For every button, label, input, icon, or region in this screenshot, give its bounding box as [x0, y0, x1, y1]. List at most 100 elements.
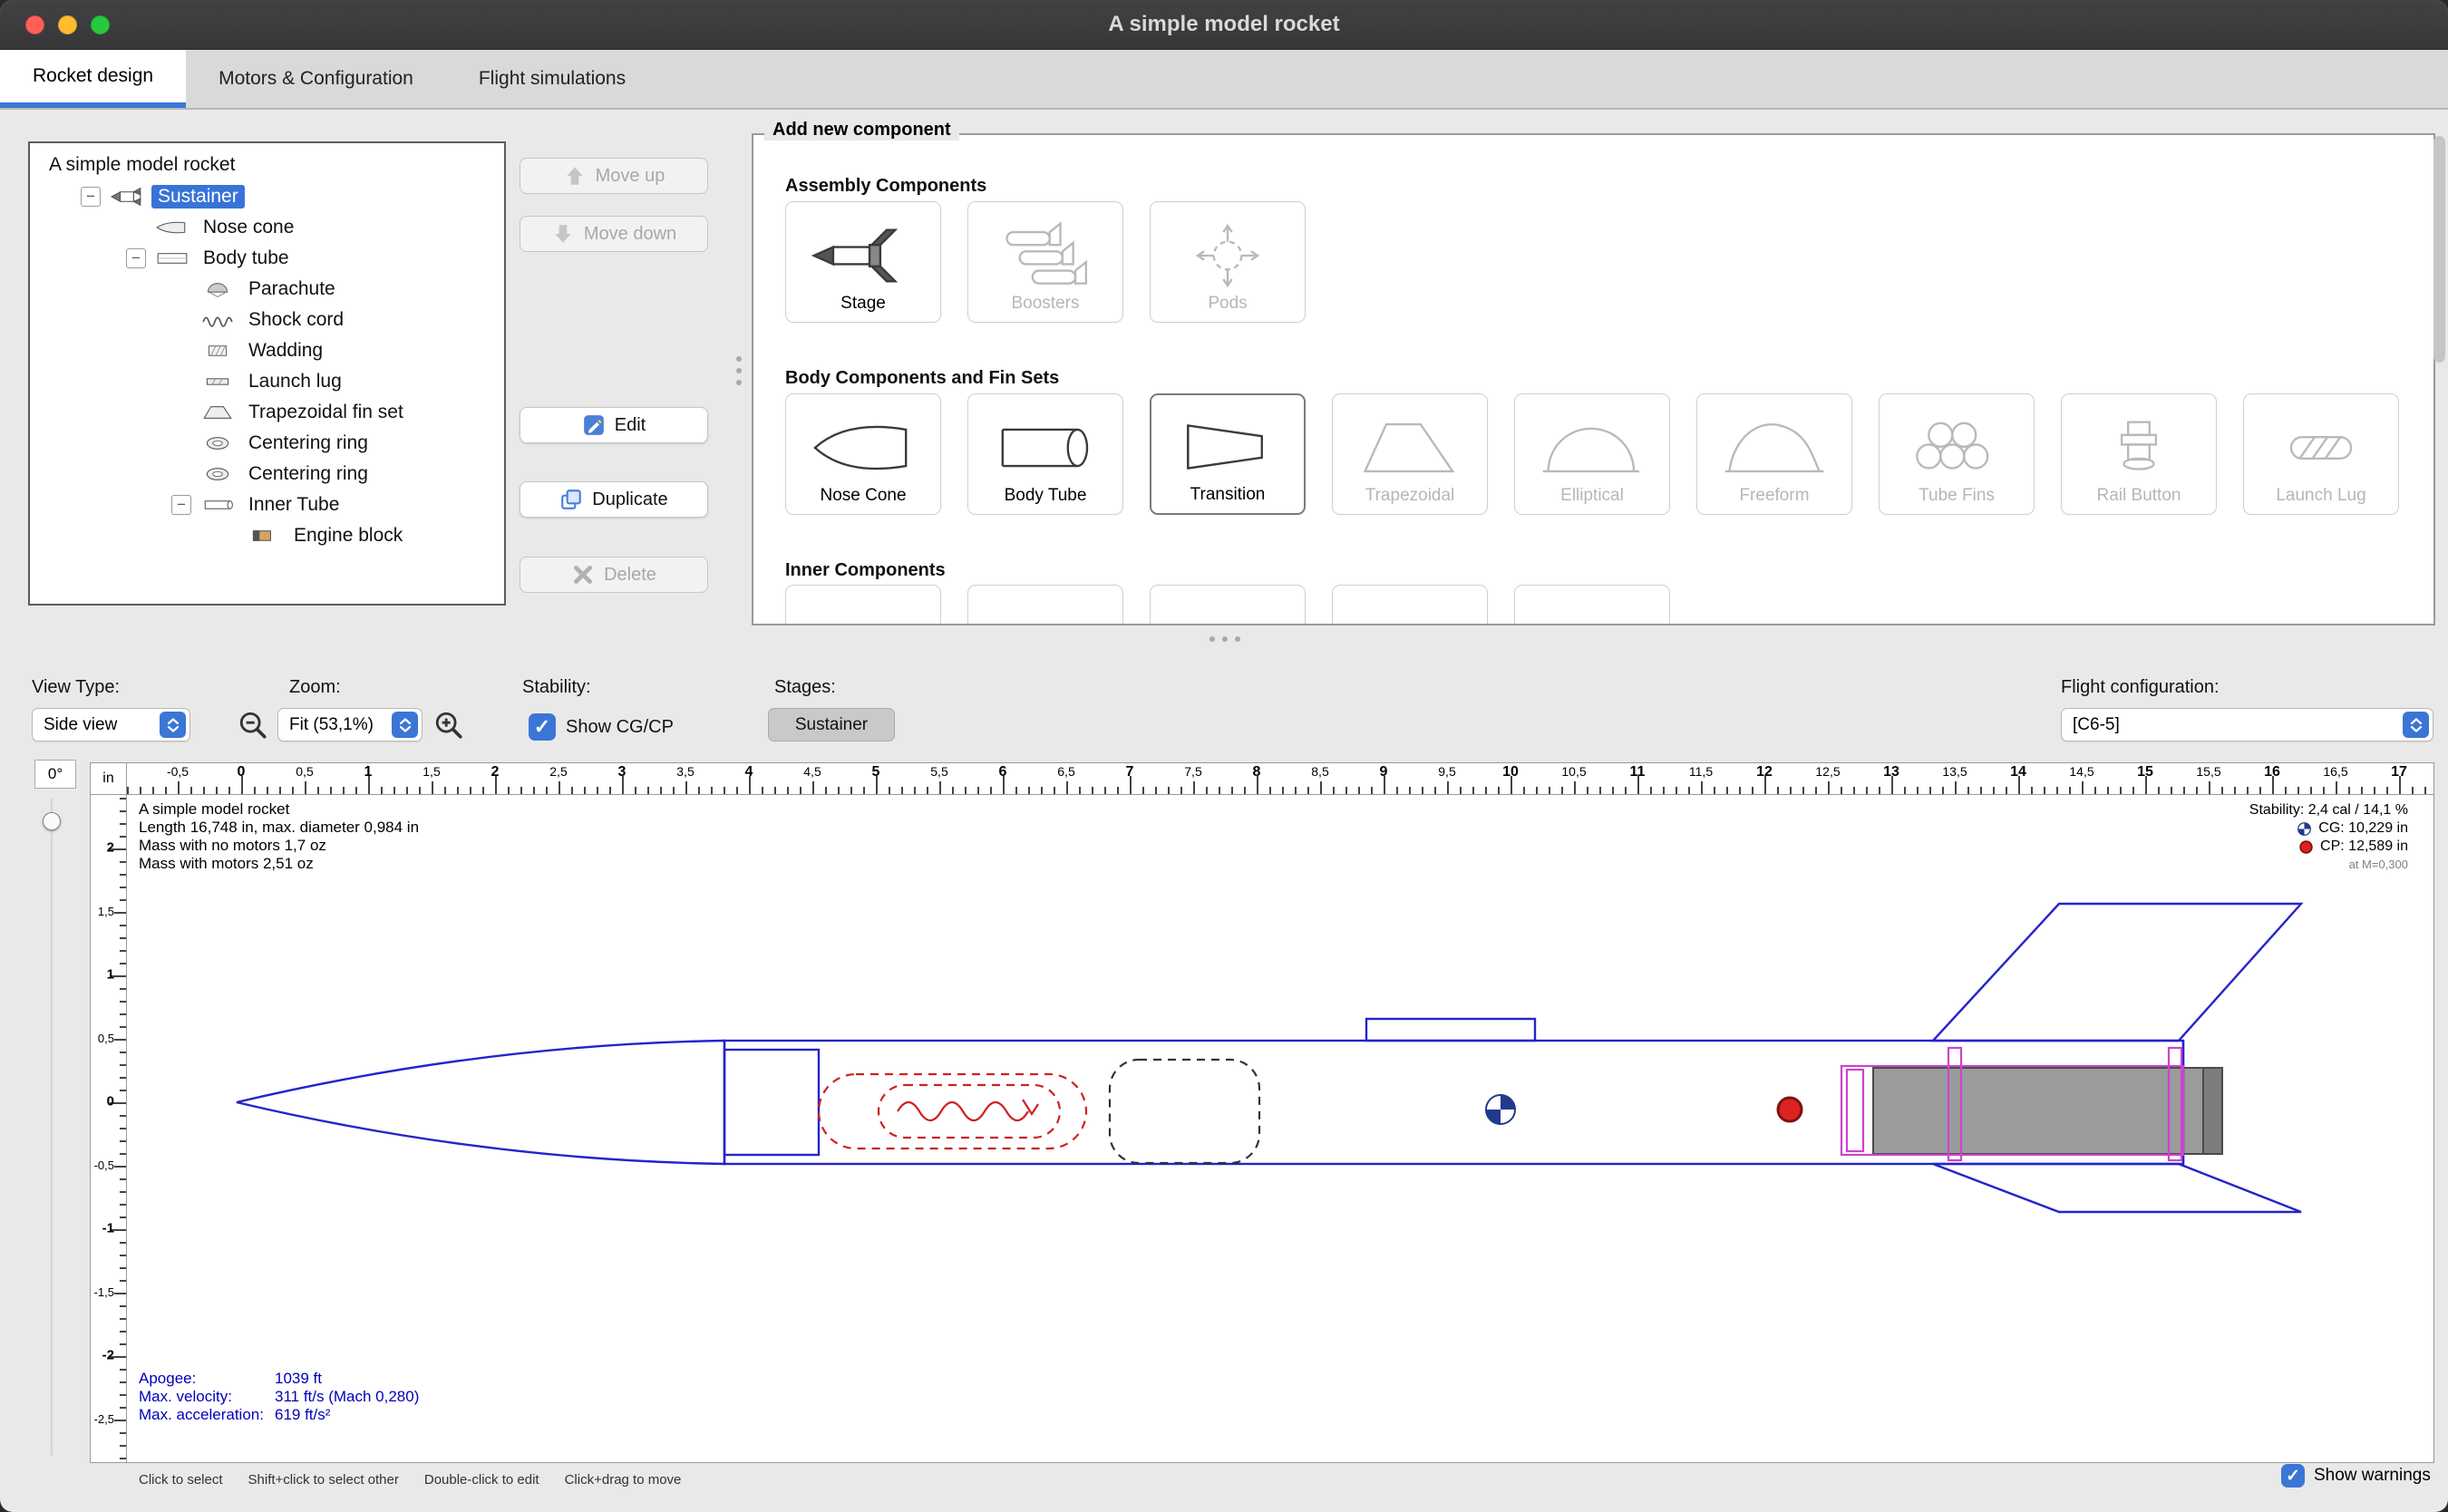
- expander-icon[interactable]: −: [171, 495, 191, 515]
- ruler-tick: [1320, 781, 1322, 794]
- move-down-button: Move down: [520, 216, 708, 252]
- tree-item-sustainer[interactable]: −Sustainer: [30, 181, 504, 212]
- tab-motors-configuration[interactable]: Motors & Configuration: [186, 50, 446, 108]
- expander-icon[interactable]: −: [81, 187, 101, 207]
- zoom-out-button[interactable]: [238, 710, 268, 741]
- trapezoidal-fin-set-icon: [200, 402, 242, 422]
- fin-top-shape: [1933, 904, 2301, 1041]
- close-button[interactable]: [25, 15, 44, 34]
- tree-item-body-tube[interactable]: −Body tube: [30, 243, 504, 274]
- ruler-tick: [114, 1166, 126, 1168]
- add-transition-card[interactable]: Transition: [1150, 393, 1306, 515]
- tree-item-shock-cord[interactable]: Shock cord: [30, 305, 504, 335]
- ruler-tick: [711, 787, 713, 794]
- tree-item-centering-ring[interactable]: Centering ring: [30, 459, 504, 489]
- ruler-tick: [432, 781, 433, 794]
- flight-stat-row: Max. acceleration:619 ft/s²: [139, 1406, 419, 1424]
- zoom-in-button[interactable]: [433, 710, 464, 741]
- tree-item-trapezoidal-fin-set[interactable]: Trapezoidal fin set: [30, 397, 504, 428]
- delete-button: Delete: [520, 557, 708, 593]
- add-component-card[interactable]: [1514, 585, 1670, 625]
- add-component-card[interactable]: [1332, 585, 1488, 625]
- duplicate-icon: [559, 488, 583, 511]
- tree-item-launch-lug[interactable]: Launch lug: [30, 366, 504, 397]
- hint-text: Shift+click to select other: [248, 1472, 399, 1488]
- tree-item-nose-cone[interactable]: Nose cone: [30, 212, 504, 243]
- ruler-tick: [1358, 787, 1360, 794]
- tree-item-inner-tube[interactable]: −Inner Tube: [30, 489, 504, 520]
- tree-item-label: Wadding: [242, 339, 329, 363]
- ruler-tick: [1993, 787, 1995, 794]
- group-title-inner-components: Inner Components: [785, 560, 946, 581]
- boosters-icon: [992, 221, 1099, 290]
- add-pods-card: Pods: [1150, 201, 1306, 323]
- ruler-label: 16: [2264, 764, 2280, 780]
- ruler-label: 8: [1253, 764, 1261, 780]
- fullscreen-button[interactable]: [91, 15, 110, 34]
- stage-button-sustainer[interactable]: Sustainer: [768, 708, 895, 741]
- add-stage-card[interactable]: Stage: [785, 201, 941, 323]
- view-type-select[interactable]: Side view: [32, 708, 190, 741]
- show-cgcp-checkbox[interactable]: ✓: [529, 713, 556, 741]
- add-component-card[interactable]: [1150, 585, 1306, 625]
- tab-rocket-design[interactable]: Rocket design: [0, 50, 186, 108]
- tree-item-centering-ring[interactable]: Centering ring: [30, 428, 504, 459]
- nose-shoulder-shape: [724, 1050, 819, 1155]
- transition-icon: [1174, 412, 1281, 481]
- ruler-tick: [1193, 781, 1195, 794]
- ruler-label: 15: [2137, 764, 2153, 780]
- ruler-label: 10: [1502, 764, 1519, 780]
- scrollbar-thumb[interactable]: [2433, 136, 2445, 363]
- tree-item-wadding[interactable]: Wadding: [30, 335, 504, 366]
- tree-item-root[interactable]: A simple model rocket: [30, 149, 504, 181]
- ruler-tick: [120, 1128, 126, 1129]
- minimize-button[interactable]: [58, 15, 77, 34]
- splitter-handle-icon[interactable]: [736, 356, 742, 385]
- tree-item-engine-block[interactable]: Engine block: [30, 520, 504, 551]
- duplicate-button[interactable]: Duplicate: [520, 481, 708, 518]
- ruler-label: 9: [1380, 764, 1388, 780]
- add-body-tube-card[interactable]: Body Tube: [967, 393, 1123, 515]
- rotation-slider-knob[interactable]: [43, 812, 61, 830]
- rocket-drawing-area[interactable]: A simple model rocketLength 16,748 in, m…: [127, 795, 2433, 1462]
- ruler-tick: [292, 787, 294, 794]
- tree-item-label: Centering ring: [242, 431, 374, 455]
- motor-aft-cap: [2203, 1068, 2222, 1154]
- card-label: Nose Cone: [820, 486, 906, 506]
- ruler-tick: [2259, 787, 2261, 794]
- add-component-card[interactable]: [967, 585, 1123, 625]
- ruler-tick: [120, 1090, 126, 1091]
- ruler-tick: [520, 787, 522, 794]
- ruler-tick: [203, 787, 205, 794]
- ruler-tick: [800, 787, 801, 794]
- tree-item-parachute[interactable]: Parachute: [30, 274, 504, 305]
- tab-flight-simulations[interactable]: Flight simulations: [446, 50, 658, 108]
- zoom-select[interactable]: Fit (53,1%): [277, 708, 423, 741]
- ruler-label: 12,5: [1815, 764, 1840, 779]
- trapezoidal-icon: [1356, 413, 1463, 482]
- traffic-lights: [25, 15, 110, 34]
- add-nose-cone-card[interactable]: Nose Cone: [785, 393, 941, 515]
- ruler-tick: [1688, 787, 1690, 794]
- wadding-shape: [1110, 1060, 1259, 1163]
- edit-button[interactable]: Edit: [520, 407, 708, 443]
- add-boosters-card: Boosters: [967, 201, 1123, 323]
- rocket-canvas[interactable]: in -0,500,511,522,533,544,555,566,577,58…: [90, 762, 2434, 1463]
- ruler-tick: [114, 1293, 126, 1294]
- flight-configuration-select[interactable]: [C6-5]: [2061, 708, 2433, 741]
- ruler-tick: [1625, 787, 1627, 794]
- ruler-label: -0,5: [92, 1158, 114, 1172]
- ruler-unit: in: [91, 763, 127, 795]
- ruler-tick: [1536, 787, 1538, 794]
- ruler-tick: [698, 787, 700, 794]
- ruler-tick: [120, 1305, 126, 1307]
- ruler-tick: [406, 787, 408, 794]
- ruler-tick: [178, 781, 180, 794]
- expander-icon[interactable]: −: [126, 248, 146, 268]
- panel-resize-handle-icon[interactable]: [1209, 636, 1240, 642]
- wadding-icon: [200, 341, 242, 361]
- scrollbar: [2433, 136, 2445, 624]
- ruler-tick: [1015, 787, 1017, 794]
- add-component-card[interactable]: [785, 585, 941, 625]
- show-warnings-checkbox[interactable]: ✓: [2281, 1464, 2305, 1488]
